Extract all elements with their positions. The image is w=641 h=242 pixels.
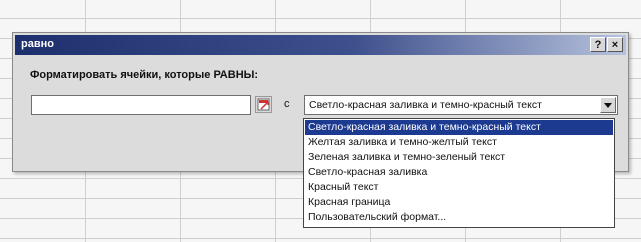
- format-select[interactable]: Светло-красная заливка и темно-красный т…: [304, 95, 618, 115]
- dropdown-option[interactable]: Зеленая заливка и темно-зеленый текст: [305, 150, 613, 165]
- value-input[interactable]: [31, 95, 251, 115]
- dropdown-option[interactable]: Красный текст: [305, 180, 613, 195]
- chevron-down-icon[interactable]: [600, 97, 616, 113]
- format-select-value: Светло-красная заливка и темно-красный т…: [309, 99, 542, 111]
- range-select-icon: [257, 98, 270, 111]
- dialog-titlebar[interactable]: равно ? ×: [15, 35, 626, 55]
- close-button[interactable]: ×: [607, 37, 623, 52]
- help-button[interactable]: ?: [590, 37, 606, 52]
- dropdown-option[interactable]: Светло-красная заливка и темно-красный т…: [305, 120, 613, 135]
- range-select-button[interactable]: [255, 96, 272, 113]
- format-dropdown-list: Светло-красная заливка и темно-красный т…: [303, 118, 615, 228]
- dropdown-option[interactable]: Красная граница: [305, 195, 613, 210]
- dropdown-option[interactable]: Светло-красная заливка: [305, 165, 613, 180]
- with-label: с: [284, 98, 290, 110]
- dropdown-option[interactable]: Желтая заливка и темно-желтый текст: [305, 135, 613, 150]
- dropdown-option[interactable]: Пользовательский формат...: [305, 210, 613, 225]
- dialog-prompt: Форматировать ячейки, которые РАВНЫ:: [30, 69, 259, 81]
- dialog-title: равно: [21, 38, 54, 50]
